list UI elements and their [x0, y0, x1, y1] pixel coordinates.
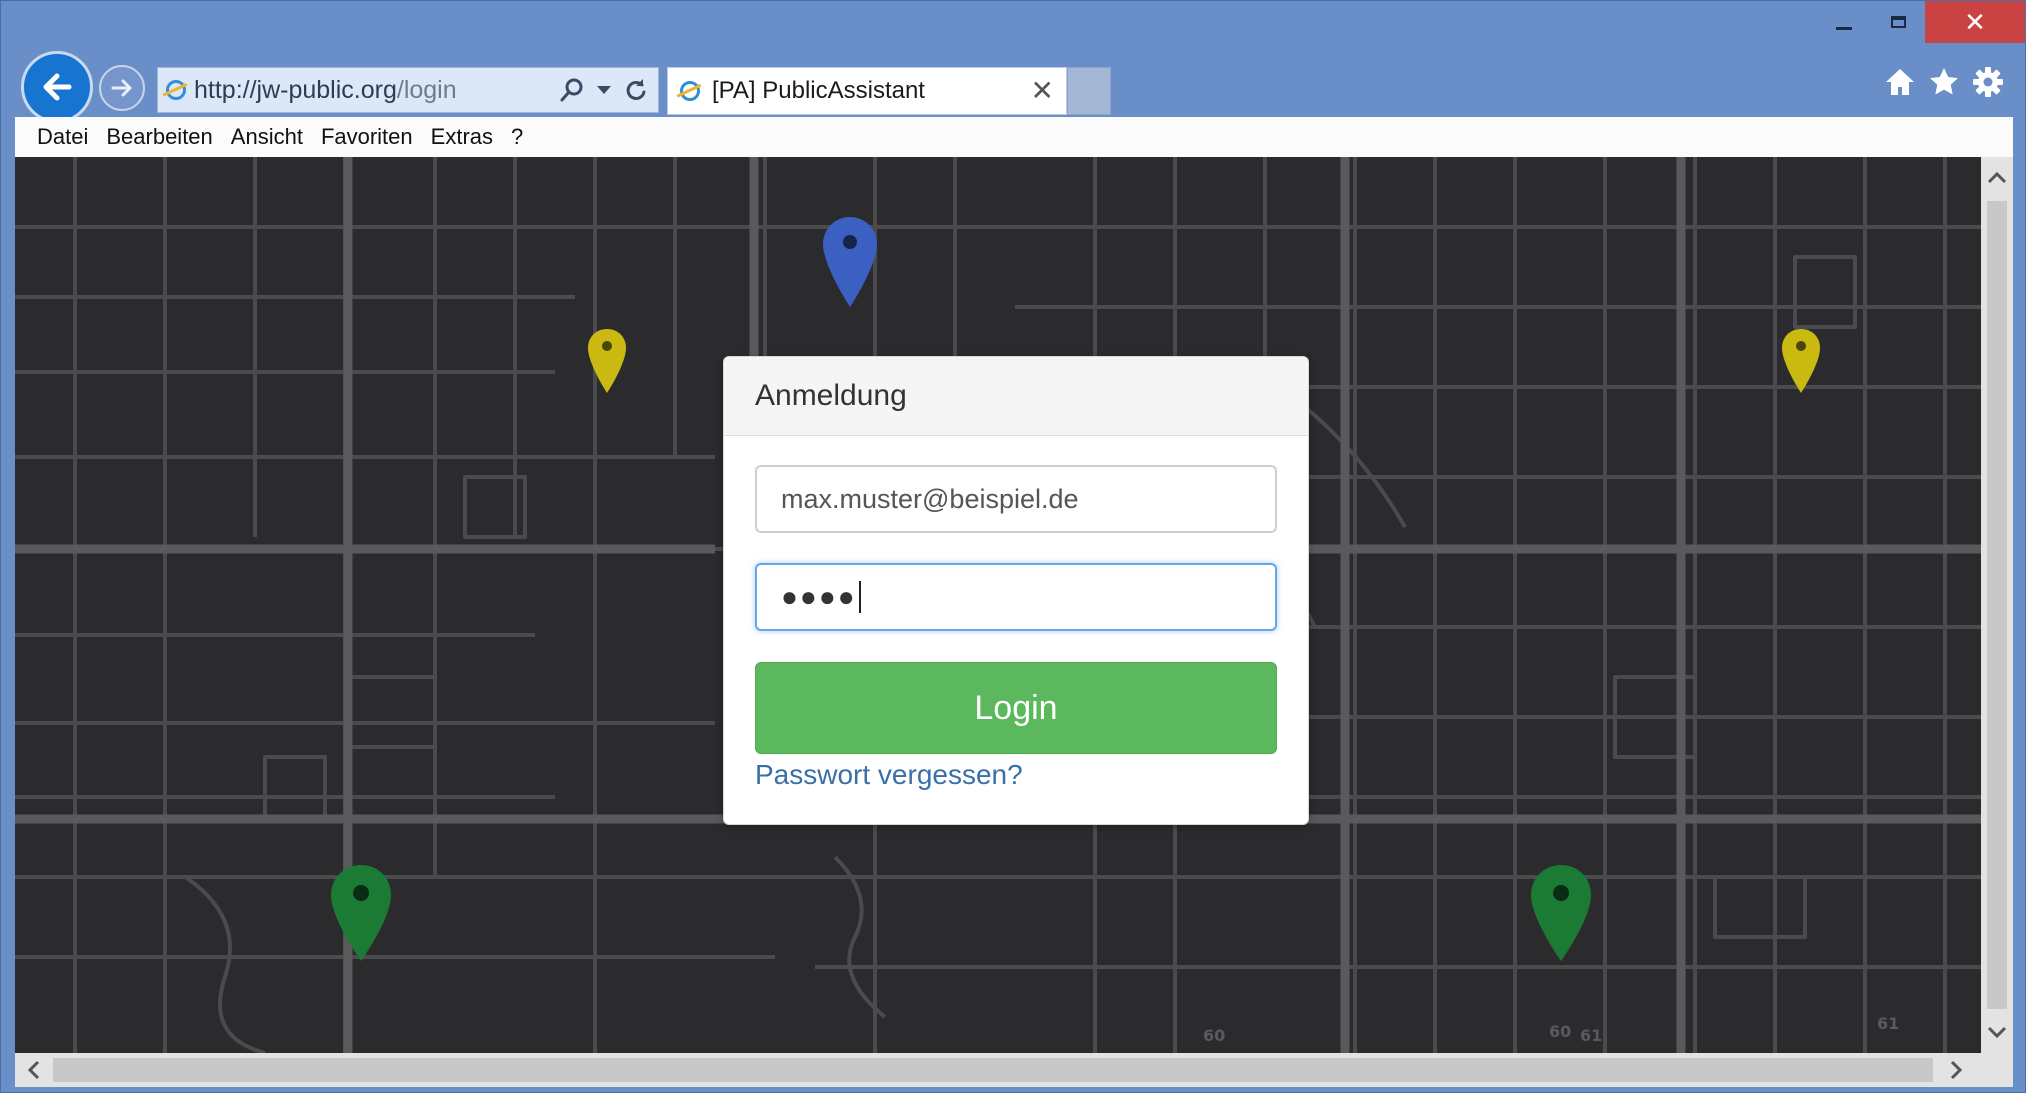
login-panel: Anmeldung max.muster@beispiel.de ●●●● Lo… [723, 356, 1309, 825]
chevron-down-icon [1987, 1026, 2007, 1039]
close-window-button[interactable]: ✕ [1925, 1, 2025, 43]
road-label: 60 [1203, 1026, 1225, 1045]
chevron-right-icon [1950, 1060, 1963, 1080]
close-icon: ✕ [1964, 7, 1986, 37]
menu-help[interactable]: ? [511, 124, 523, 150]
password-field[interactable]: ●●●● [755, 563, 1277, 631]
horizontal-scrollbar[interactable] [15, 1053, 2013, 1087]
road-label: 61 [1580, 1026, 1602, 1045]
login-button[interactable]: Login [755, 662, 1277, 754]
chevron-left-icon [27, 1060, 40, 1080]
tab-title: [PA] PublicAssistant [712, 77, 925, 104]
browser-tools [1883, 65, 2005, 99]
ie-icon [166, 80, 186, 100]
map-pin-green-icon[interactable] [1529, 863, 1593, 963]
menu-bearbeiten[interactable]: Bearbeiten [106, 124, 212, 150]
back-button[interactable] [21, 51, 93, 123]
home-icon[interactable] [1883, 65, 1917, 99]
scroll-up-button[interactable] [1981, 157, 2013, 197]
vertical-scroll-thumb[interactable] [1987, 201, 2007, 1009]
minimize-icon [1836, 26, 1852, 30]
forgot-password-link[interactable]: Passwort vergessen? [755, 759, 1023, 791]
menu-ansicht[interactable]: Ansicht [231, 124, 303, 150]
email-value: max.muster@beispiel.de [781, 483, 1079, 514]
menu-bar: Datei Bearbeiten Ansicht Favoriten Extra… [15, 117, 2013, 157]
browser-window: ✕ http://jw-public.org/login [PA] Public… [0, 0, 2026, 1093]
url-path: /login [396, 75, 457, 104]
map-pin-blue-icon[interactable] [821, 215, 879, 309]
tab-publicassistant[interactable]: [PA] PublicAssistant ✕ [667, 67, 1067, 115]
address-bar[interactable]: http://jw-public.org/login [157, 67, 659, 113]
map-pin-yellow-icon[interactable] [586, 327, 628, 395]
vertical-scrollbar[interactable] [1981, 157, 2013, 1053]
map-pin-green-icon[interactable] [329, 863, 393, 963]
minimize-button[interactable] [1817, 1, 1871, 43]
panel-header: Anmeldung [724, 357, 1308, 436]
road-label: 60 [1549, 1022, 1571, 1041]
menu-datei[interactable]: Datei [37, 124, 88, 150]
scroll-down-button[interactable] [1981, 1013, 2013, 1053]
scroll-left-button[interactable] [15, 1053, 51, 1087]
forward-arrow-icon [111, 79, 132, 97]
menu-extras[interactable]: Extras [431, 124, 493, 150]
chevron-up-icon [1987, 171, 2007, 184]
gear-icon[interactable] [1971, 65, 2005, 99]
url-text: http://jw-public.org/login [194, 76, 457, 105]
search-icon[interactable] [558, 76, 586, 104]
map-pin-yellow-icon[interactable] [1780, 327, 1822, 395]
password-mask: ●●●● [781, 581, 857, 612]
horizontal-scroll-thumb[interactable] [53, 1058, 1933, 1082]
forward-button[interactable] [99, 65, 145, 111]
menu-favoriten[interactable]: Favoriten [321, 124, 413, 150]
scroll-right-button[interactable] [1939, 1053, 1975, 1087]
tab-ie-icon [680, 81, 700, 101]
new-tab-button[interactable] [1067, 67, 1111, 115]
tab-close-icon[interactable]: ✕ [1031, 77, 1054, 105]
star-icon[interactable] [1927, 65, 1961, 99]
address-tools [558, 76, 648, 104]
refresh-icon[interactable] [622, 77, 648, 103]
road-label: 61 [1877, 1014, 1899, 1033]
login-button-label: Login [974, 688, 1058, 727]
back-arrow-icon [43, 73, 72, 101]
email-field[interactable]: max.muster@beispiel.de [755, 465, 1277, 533]
dropdown-icon[interactable] [596, 84, 612, 96]
panel-title: Anmeldung [755, 379, 907, 412]
maximize-icon [1890, 16, 1906, 28]
url-host: http://jw-public.org [194, 75, 397, 104]
text-caret [858, 581, 861, 613]
maximize-button[interactable] [1871, 1, 1925, 43]
